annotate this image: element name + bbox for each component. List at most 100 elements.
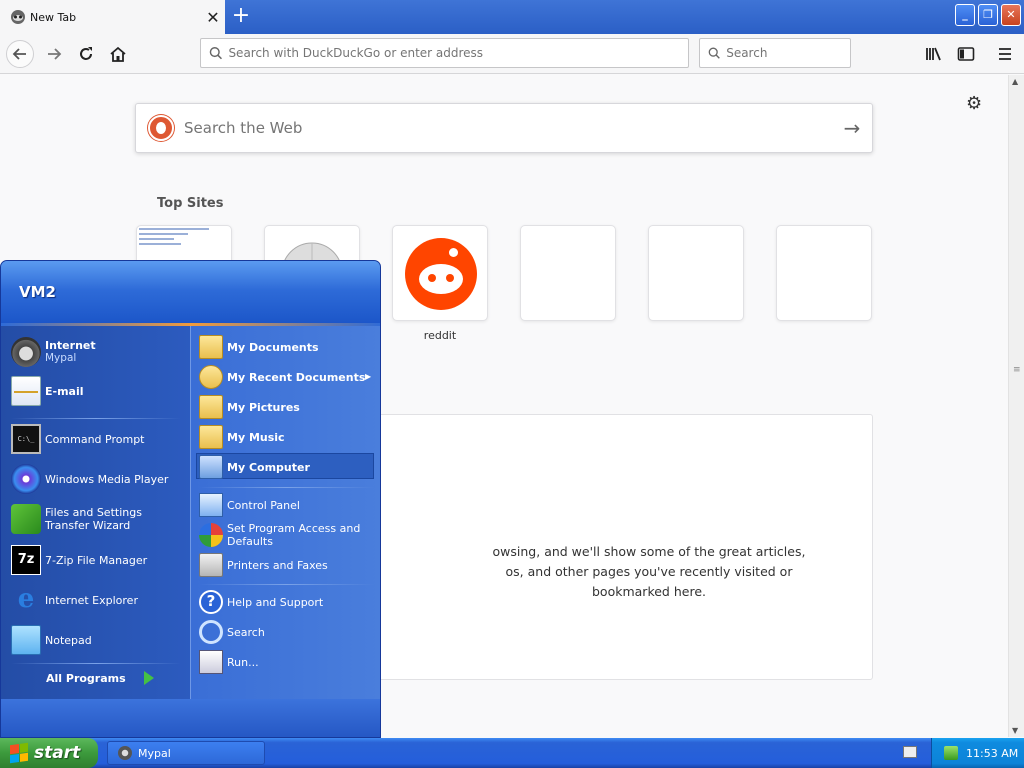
tab-title: New Tab xyxy=(30,10,77,24)
reload-icon xyxy=(80,47,92,60)
place-my-recent-documents[interactable]: My Recent Documents xyxy=(199,365,365,389)
tool-label: Help and Support xyxy=(227,595,324,609)
web-search-input[interactable] xyxy=(184,119,832,137)
highlights-empty-state: owsing, and we'll show some of the great… xyxy=(375,414,873,680)
sidebar-button[interactable] xyxy=(952,40,980,68)
system-program-access[interactable]: Set Program Access and Defaults xyxy=(199,522,377,548)
place-label: My Music xyxy=(227,430,285,444)
window-maximize-button[interactable]: ❐ xyxy=(978,4,998,26)
mypal-favicon-icon xyxy=(11,10,25,24)
library-icon xyxy=(926,47,941,61)
folder-icon xyxy=(199,395,223,419)
program-label: Notepad xyxy=(45,633,92,647)
run-icon xyxy=(199,650,223,674)
tab-new-tab[interactable]: New Tab ✕ xyxy=(0,0,225,34)
tab-close-icon[interactable]: ✕ xyxy=(201,8,225,27)
keyboard-icon[interactable] xyxy=(903,746,917,758)
address-input[interactable] xyxy=(228,46,688,60)
navigation-toolbar xyxy=(0,34,1024,74)
pinned-subtitle: Mypal xyxy=(45,352,77,364)
command-prompt-icon: C:\_ xyxy=(11,424,41,454)
empty-top-site-tile[interactable] xyxy=(648,225,744,321)
internet-explorer-icon: e xyxy=(17,584,35,614)
scroll-up-icon[interactable]: ▲ xyxy=(1012,77,1018,86)
program-access-icon xyxy=(199,523,223,547)
all-programs-button[interactable]: All Programs xyxy=(46,671,154,685)
vertical-scrollbar[interactable]: ▲ ≡ ▼ xyxy=(1008,75,1024,737)
place-my-computer[interactable]: My Computer xyxy=(199,455,310,479)
tool-search[interactable]: Search xyxy=(199,620,265,644)
program-label: 7-Zip File Manager xyxy=(45,553,148,567)
tool-help-support[interactable]: ? Help and Support xyxy=(199,590,323,614)
notepad-icon xyxy=(11,625,41,655)
system-control-panel[interactable]: Control Panel xyxy=(199,493,300,517)
tool-run[interactable]: Run... xyxy=(199,650,259,674)
place-my-music[interactable]: My Music xyxy=(199,425,285,449)
top-site-tile-reddit[interactable] xyxy=(392,225,488,321)
folder-icon xyxy=(199,335,223,359)
home-button[interactable] xyxy=(104,40,132,68)
highlights-message: owsing, and we'll show some of the great… xyxy=(492,544,806,599)
separator xyxy=(11,663,181,664)
computer-icon xyxy=(199,455,223,479)
program-label: Command Prompt xyxy=(45,432,145,446)
forward-button[interactable] xyxy=(40,40,68,68)
window-close-button[interactable]: ✕ xyxy=(1001,4,1021,26)
scroll-thumb-grip-icon[interactable]: ≡ xyxy=(1013,365,1021,375)
place-label: My Recent Documents xyxy=(227,370,366,384)
7zip-icon: 7z xyxy=(11,545,41,575)
empty-top-site-tile[interactable] xyxy=(520,225,616,321)
clock[interactable]: 11:53 AM xyxy=(966,747,1018,760)
gear-icon[interactable]: ⚙ xyxy=(966,93,982,114)
program-notepad[interactable]: Notepad xyxy=(11,625,92,655)
separator xyxy=(199,487,374,488)
pinned-title: E-mail xyxy=(45,384,84,398)
printer-icon xyxy=(199,553,223,577)
tool-label: Run... xyxy=(227,655,259,669)
scroll-down-icon[interactable]: ▼ xyxy=(1012,726,1018,735)
program-label: Internet Explorer xyxy=(45,593,138,607)
place-my-documents[interactable]: My Documents xyxy=(199,335,319,359)
program-7zip[interactable]: 7z 7-Zip File Manager xyxy=(11,545,147,575)
separator xyxy=(199,584,374,585)
library-button[interactable] xyxy=(920,40,948,68)
program-transfer-wizard[interactable]: Files and Settings Transfer Wizard xyxy=(11,504,189,534)
pinned-email[interactable]: E-mail xyxy=(11,376,84,406)
place-my-pictures[interactable]: My Pictures xyxy=(199,395,300,419)
site-thumbnail xyxy=(139,228,209,248)
arrow-right-icon[interactable]: → xyxy=(832,116,872,140)
taskbar-button-mypal[interactable]: Mypal xyxy=(107,741,265,765)
start-label: start xyxy=(34,743,81,763)
address-bar[interactable] xyxy=(200,38,689,68)
web-search-box[interactable]: → xyxy=(135,103,873,153)
back-button[interactable] xyxy=(6,40,34,68)
tab-bar: New Tab ✕ + _ ❐ ✕ xyxy=(0,0,1024,34)
program-windows-media-player[interactable]: Windows Media Player xyxy=(11,464,168,494)
start-menu-footer xyxy=(1,699,380,737)
duckduckgo-logo-icon xyxy=(148,115,174,141)
hamburger-menu-button[interactable] xyxy=(991,40,1019,68)
separator xyxy=(11,418,181,419)
pinned-internet[interactable]: Internet Mypal xyxy=(11,337,96,367)
forward-arrow-icon xyxy=(48,48,62,60)
empty-top-site-tile[interactable] xyxy=(776,225,872,321)
user-name: VM2 xyxy=(19,283,56,301)
place-label: My Documents xyxy=(227,340,319,354)
program-command-prompt[interactable]: C:\_ Command Prompt xyxy=(11,424,145,454)
new-tab-button[interactable]: + xyxy=(228,4,254,30)
green-arrow-icon xyxy=(143,671,154,685)
search-bar[interactable] xyxy=(699,38,851,68)
reload-button[interactable] xyxy=(72,40,100,68)
window-minimize-button[interactable]: _ xyxy=(955,4,975,26)
system-printers-faxes[interactable]: Printers and Faxes xyxy=(199,553,328,577)
program-label: Windows Media Player xyxy=(45,472,169,486)
place-label: My Pictures xyxy=(227,400,300,414)
network-icon[interactable] xyxy=(944,746,958,760)
top-site-label: reddit xyxy=(423,329,457,342)
search-input[interactable] xyxy=(726,46,850,60)
top-sites-heading: Top Sites xyxy=(157,196,224,211)
program-internet-explorer[interactable]: e Internet Explorer xyxy=(11,585,138,615)
start-button[interactable]: start xyxy=(0,738,98,768)
back-arrow-icon xyxy=(12,48,26,60)
hamburger-icon xyxy=(999,48,1011,60)
